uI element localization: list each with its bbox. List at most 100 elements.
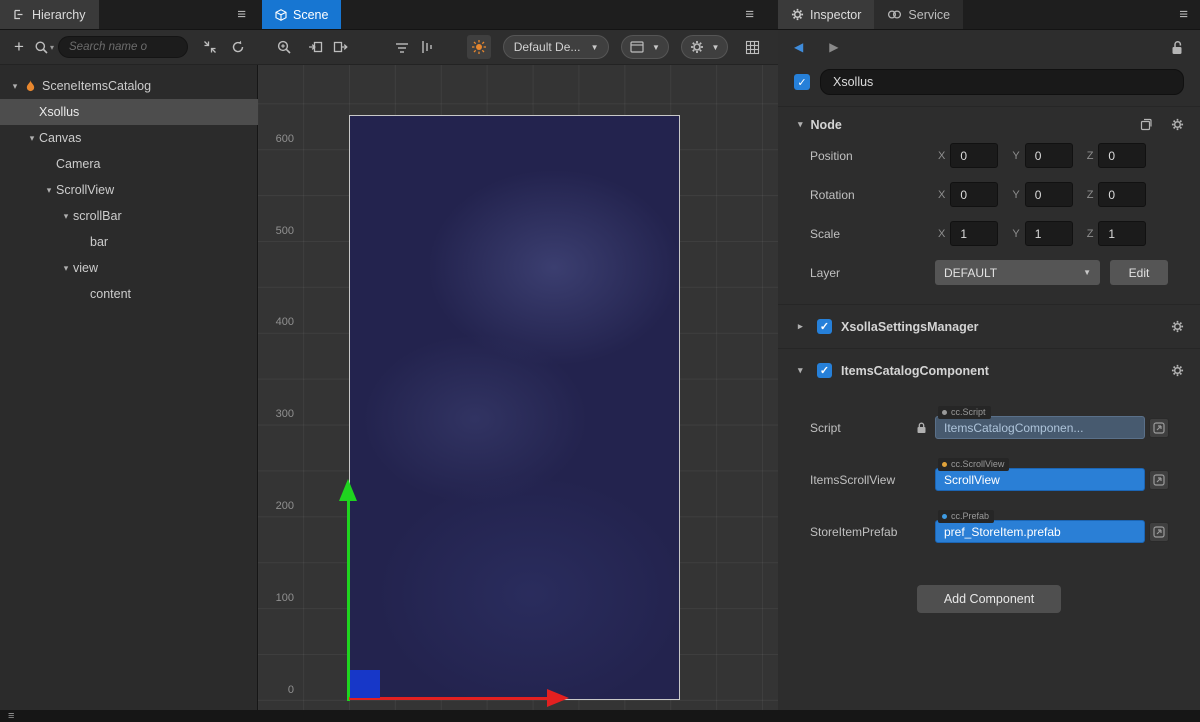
scene-cube-icon: [275, 9, 287, 21]
node-active-checkbox[interactable]: ✓: [794, 74, 810, 90]
asset-picker-button[interactable]: [1149, 522, 1169, 542]
scrollview-reference-field[interactable]: ScrollView: [935, 468, 1145, 491]
tree-item-canvas[interactable]: ▾ Canvas: [0, 125, 258, 151]
lock-open-icon[interactable]: [1170, 40, 1184, 55]
rotation-x-input[interactable]: [950, 182, 998, 207]
y-axis-arrow-icon[interactable]: [339, 479, 357, 501]
rotation-z-input[interactable]: [1098, 182, 1146, 207]
scale-y-input[interactable]: [1025, 221, 1073, 246]
align-horizontal-icon[interactable]: [390, 35, 414, 59]
align-vertical-icon[interactable]: [414, 35, 438, 59]
history-forward-icon[interactable]: ▶: [829, 40, 838, 54]
asset-type-dot-icon: [942, 410, 947, 415]
add-component-button[interactable]: Add Component: [917, 585, 1061, 613]
tree-item-camera[interactable]: Camera: [0, 151, 258, 177]
tree-item-label: Camera: [56, 157, 100, 171]
camera-preset-dropdown[interactable]: Default De... ▼: [503, 35, 610, 59]
cocos-creator-editor: Hierarchy ≡ + ▾ ▾: [0, 0, 1200, 722]
xsolla-settings-manager-header[interactable]: ▸ ✓ XsollaSettingsManager: [778, 304, 1200, 348]
tree-item-scene-root[interactable]: ▾ SceneItemsCatalog: [0, 73, 258, 99]
expand-arrow-icon[interactable]: ▾: [59, 263, 73, 274]
layer-row: Layer DEFAULT ▼ Edit: [778, 259, 1200, 286]
layer-dropdown[interactable]: DEFAULT ▼: [935, 260, 1100, 285]
inspector-panel: Inspector Service ≡ ◀ ▶ ✓ ▾ Node: [778, 0, 1200, 710]
scale-x-input[interactable]: [950, 221, 998, 246]
status-bar: ≡: [0, 710, 1200, 722]
view-mode-dropdown[interactable]: ▼: [621, 35, 669, 59]
hierarchy-panel: Hierarchy ≡ + ▾ ▾: [0, 0, 258, 710]
tree-item-content[interactable]: content: [0, 281, 258, 307]
chevron-down-icon: ▼: [1083, 268, 1091, 277]
position-x-input[interactable]: [950, 143, 998, 168]
layer-edit-button[interactable]: Edit: [1110, 260, 1168, 285]
tab-scene[interactable]: Scene: [262, 0, 341, 29]
expand-arrow-icon[interactable]: ▾: [25, 133, 39, 144]
node-name-input[interactable]: [820, 69, 1184, 95]
add-node-button[interactable]: +: [8, 37, 30, 57]
expand-arrow-icon[interactable]: ▾: [59, 211, 73, 222]
service-link-icon: [887, 9, 902, 20]
scale-z-input[interactable]: [1098, 221, 1146, 246]
hierarchy-menu-icon[interactable]: ≡: [225, 0, 258, 29]
tree-item-bar[interactable]: bar: [0, 229, 258, 255]
collapse-all-button[interactable]: [198, 35, 222, 59]
tab-inspector-label: Inspector: [810, 8, 861, 22]
search-filter-button[interactable]: ▾: [34, 40, 54, 55]
position-label: Position: [810, 149, 938, 163]
component-enabled-checkbox[interactable]: ✓: [817, 319, 832, 334]
script-prop-label: Script: [810, 421, 841, 435]
x-axis-arrow-icon[interactable]: [547, 689, 569, 707]
gear-icon[interactable]: [1171, 320, 1184, 333]
prefab-reference-field[interactable]: pref_StoreItem.prefab: [935, 520, 1145, 543]
tree-item-xsollus[interactable]: Xsollus: [0, 99, 258, 125]
grid-toggle-icon[interactable]: [740, 35, 764, 59]
canvas-design-area[interactable]: [349, 115, 680, 700]
expand-arrow-icon[interactable]: ▾: [8, 81, 22, 92]
items-scrollview-prop-row: ItemsScrollView cc.ScrollView ScrollView: [778, 468, 1200, 491]
status-menu-icon[interactable]: ≡: [0, 711, 14, 722]
tab-inspector[interactable]: Inspector: [778, 0, 874, 29]
exit-node-icon[interactable]: [328, 35, 352, 59]
rotation-row: Rotation X Y Z: [778, 181, 1200, 208]
tree-item-view[interactable]: ▾ view: [0, 255, 258, 281]
script-reference-field[interactable]: ItemsCatalogComponen...: [935, 416, 1145, 439]
gear-icon[interactable]: [1171, 364, 1184, 377]
expand-arrow-icon[interactable]: ▾: [798, 119, 803, 130]
scene-viewport[interactable]: 600 500 400 300 200 100 0: [258, 65, 778, 710]
enter-node-icon[interactable]: [304, 35, 328, 59]
hierarchy-tree: ▾ SceneItemsCatalog Xsollus ▾ Canvas Cam…: [0, 65, 258, 307]
asset-picker-button[interactable]: [1149, 418, 1169, 438]
expand-arrow-icon[interactable]: ▾: [42, 185, 56, 196]
tab-hierarchy[interactable]: Hierarchy: [0, 0, 99, 29]
tab-service[interactable]: Service: [874, 0, 963, 29]
tree-item-scrollview[interactable]: ▾ ScrollView: [0, 177, 258, 203]
gear-icon[interactable]: [1171, 118, 1184, 131]
scene-panel: Scene ≡: [258, 0, 778, 710]
expand-arrow-icon[interactable]: ▸: [798, 321, 808, 332]
tree-item-label: content: [90, 287, 131, 301]
scale-row: Scale X Y Z: [778, 220, 1200, 247]
gear-icon: [791, 8, 804, 21]
items-catalog-component-header[interactable]: ▾ ✓ ItemsCatalogComponent: [778, 348, 1200, 392]
scene-settings-dropdown[interactable]: ▼: [681, 35, 729, 59]
component-enabled-checkbox[interactable]: ✓: [817, 363, 832, 378]
history-back-icon[interactable]: ◀: [794, 40, 803, 54]
paste-component-icon[interactable]: [1140, 118, 1153, 131]
refresh-icon[interactable]: [226, 35, 250, 59]
expand-arrow-icon[interactable]: ▾: [798, 365, 808, 376]
tree-item-scrollbar[interactable]: ▾ scrollBar: [0, 203, 258, 229]
scene-menu-icon[interactable]: ≡: [733, 0, 778, 29]
axis-z-label: Z: [1087, 189, 1094, 201]
view-mode-icon: [630, 41, 644, 53]
inspector-menu-icon[interactable]: ≡: [1167, 0, 1200, 29]
position-z-input[interactable]: [1098, 143, 1146, 168]
asset-picker-button[interactable]: [1149, 470, 1169, 490]
search-input[interactable]: [58, 36, 188, 58]
rotation-y-input[interactable]: [1025, 182, 1073, 207]
search-icon: [34, 40, 49, 55]
position-y-input[interactable]: [1025, 143, 1073, 168]
gizmo-light-icon[interactable]: [467, 35, 491, 59]
node-section-header[interactable]: ▾ Node: [778, 106, 1200, 142]
origin-handle[interactable]: [350, 670, 380, 698]
zoom-icon[interactable]: [272, 35, 296, 59]
